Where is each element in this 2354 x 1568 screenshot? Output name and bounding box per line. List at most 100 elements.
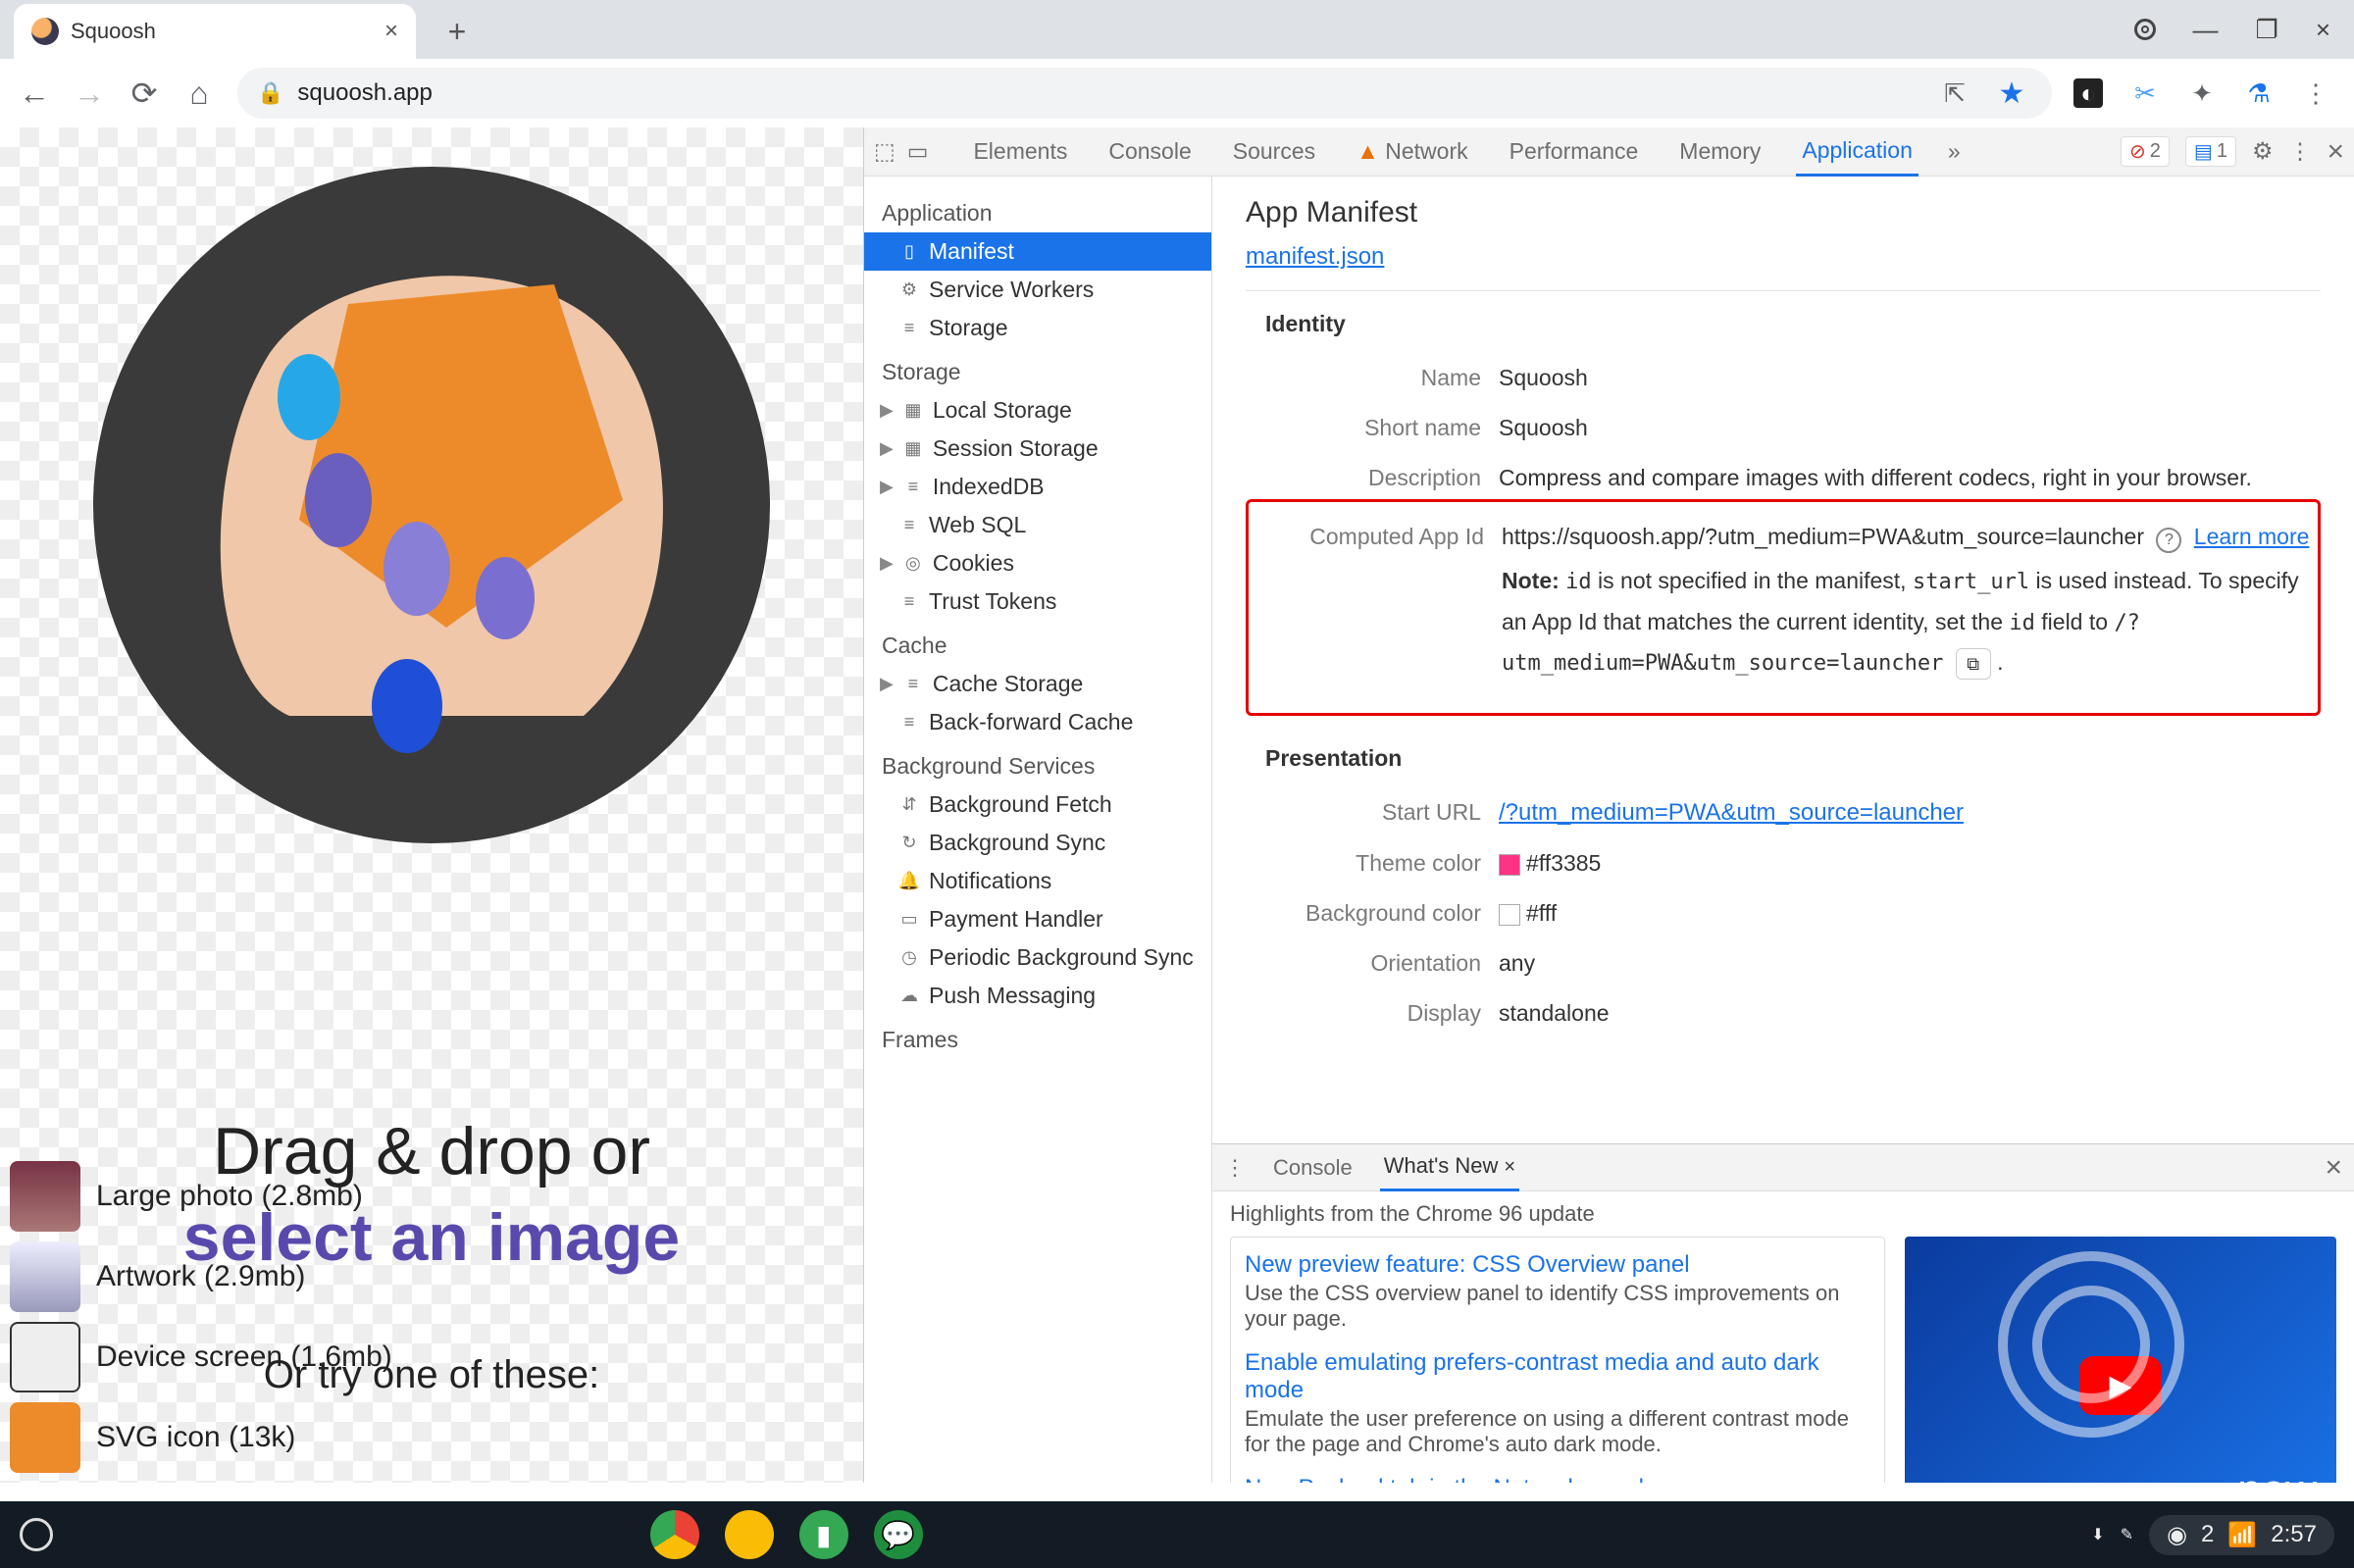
learn-more-link[interactable]: Learn more — [2194, 524, 2310, 549]
devtools-tab-bar: ⬚ ▭ Elements Console Sources ▲ Network P… — [864, 127, 2354, 177]
kv-name: NameSquoosh — [1246, 353, 2321, 403]
kv-short-name: Short nameSquoosh — [1246, 403, 2321, 453]
tab-console[interactable]: Console — [1102, 128, 1197, 175]
sidebar-item-indexeddb[interactable]: ▶≡IndexedDB — [864, 468, 1211, 506]
sidebar-item-notifications[interactable]: 🔔Notifications — [864, 862, 1211, 900]
inspect-element-icon[interactable]: ⬚ — [874, 138, 896, 165]
extensions-puzzle-icon[interactable]: ✦ — [2187, 78, 2217, 108]
tab-close-icon[interactable]: × — [384, 18, 398, 45]
database-icon: ≡ — [899, 319, 919, 338]
chat-icon[interactable]: 💬 — [874, 1510, 923, 1559]
launcher-icon[interactable] — [20, 1518, 53, 1551]
share-icon[interactable]: ⇱ — [1940, 78, 1970, 108]
tab-elements[interactable]: Elements — [967, 128, 1073, 175]
maximize-icon[interactable]: ❐ — [2256, 15, 2278, 45]
taskbar-tray: ⬇ ✎ ◉ 2 📶 2:57 — [2091, 1515, 2334, 1555]
drawer-tab-close-icon[interactable]: × — [1504, 1156, 1515, 1178]
errors-badge[interactable]: ⊘2 — [2121, 136, 2170, 167]
manifest-json-link[interactable]: manifest.json — [1246, 243, 1384, 270]
sidebar-item-periodic-sync[interactable]: ◷Periodic Background Sync — [864, 938, 1211, 977]
help-icon[interactable]: ? — [2156, 528, 2181, 553]
sidebar-section-frames: Frames — [864, 1015, 1211, 1059]
issues-badge[interactable]: ▤1 — [2185, 136, 2236, 167]
database-icon: ≡ — [903, 675, 923, 694]
extension-icon[interactable]: ◐ — [2073, 78, 2103, 108]
labs-icon[interactable]: ⚗ — [2244, 78, 2274, 108]
account-icon[interactable] — [2134, 19, 2156, 40]
chrome-menu-icon[interactable]: ⋮ — [2301, 78, 2330, 108]
devtools-close-icon[interactable]: × — [2327, 135, 2344, 169]
clock-icon: ◷ — [899, 948, 919, 968]
status-tray[interactable]: ◉ 2 📶 2:57 — [2149, 1515, 2334, 1555]
device-toggle-icon[interactable]: ▭ — [907, 138, 929, 165]
file-icon: ▯ — [899, 242, 919, 262]
tray-download-icon[interactable]: ⬇ — [2091, 1525, 2104, 1544]
close-window-icon[interactable]: × — [2316, 15, 2330, 45]
devtools-menu-icon[interactable]: ⋮ — [2288, 138, 2311, 165]
new-tab-button[interactable]: + — [435, 10, 479, 53]
more-tabs-icon[interactable]: » — [1948, 138, 1961, 165]
devtools-panel: ⬚ ▭ Elements Console Sources ▲ Network P… — [863, 127, 2354, 1483]
drawer-tab-console[interactable]: Console — [1269, 1145, 1356, 1190]
kv-theme-color: Theme color#ff3385 — [1246, 838, 2321, 888]
whats-new-video-thumb[interactable]: ▶ new — [1905, 1237, 2336, 1483]
scissors-icon[interactable]: ✂ — [2130, 78, 2160, 108]
sidebar-item-web-sql[interactable]: ≡Web SQL — [864, 506, 1211, 544]
tray-pen-icon[interactable]: ✎ — [2121, 1525, 2133, 1544]
computed-app-id-highlight: Computed App Id https://squoosh.app/?utm… — [1246, 499, 2321, 716]
devtools-settings-icon[interactable]: ⚙ — [2252, 137, 2274, 166]
squoosh-logo — [93, 167, 770, 843]
sidebar-item-local-storage[interactable]: ▶▦Local Storage — [864, 391, 1211, 430]
sidebar-item-payment[interactable]: ▭Payment Handler — [864, 900, 1211, 938]
minimize-icon[interactable]: — — [2193, 15, 2219, 45]
main-area: Drag & drop or select an image Or try on… — [0, 127, 2354, 1483]
sidebar-item-cache-storage[interactable]: ▶≡Cache Storage — [864, 665, 1211, 703]
browser-tab[interactable]: Squoosh × — [14, 4, 416, 59]
home-icon[interactable]: ⌂ — [182, 76, 216, 112]
sample-device-screen[interactable]: Device screen (1.6mb) — [10, 1322, 432, 1392]
sidebar-item-service-workers[interactable]: ⚙Service Workers — [864, 271, 1211, 309]
tab-memory[interactable]: Memory — [1673, 128, 1766, 175]
clock: 2:57 — [2271, 1521, 2317, 1548]
sidebar-item-bg-fetch[interactable]: ⇵Background Fetch — [864, 785, 1211, 824]
chrome-icon[interactable] — [650, 1510, 699, 1559]
drawer-close-icon[interactable]: × — [2325, 1151, 2342, 1185]
copy-suggestion-button[interactable]: ⧉ — [1956, 648, 1991, 680]
sidebar-item-bf-cache[interactable]: ≡Back-forward Cache — [864, 703, 1211, 741]
app-icon-yellow[interactable] — [725, 1510, 774, 1559]
tab-application[interactable]: Application — [1796, 127, 1919, 177]
news-item[interactable]: New preview feature: CSS Overview panelU… — [1245, 1251, 1870, 1349]
devtools-main: App Manifest manifest.json Identity Name… — [1212, 177, 2354, 1483]
kv-bg-color: Background color#fff — [1246, 888, 2321, 938]
page-content: Drag & drop or select an image Or try on… — [0, 127, 863, 1483]
address-bar[interactable]: 🔒 squoosh.app ⇱ ★ — [237, 68, 2052, 119]
forward-icon[interactable]: → — [73, 76, 106, 112]
sidebar-item-bg-sync[interactable]: ↻Background Sync — [864, 824, 1211, 862]
sample-artwork[interactable]: Artwork (2.9mb) — [10, 1241, 432, 1312]
sidebar-item-push[interactable]: ☁Push Messaging — [864, 977, 1211, 1015]
sample-svg-icon[interactable]: SVG icon (13k) — [10, 1402, 432, 1473]
sidebar-item-trust-tokens[interactable]: ≡Trust Tokens — [864, 582, 1211, 621]
back-icon[interactable]: ← — [18, 76, 51, 112]
tab-network[interactable]: ▲ Network — [1351, 128, 1474, 175]
meet-icon[interactable]: ▮ — [799, 1510, 848, 1559]
sidebar-item-storage[interactable]: ≡Storage — [864, 309, 1211, 347]
drawer-tab-whats-new[interactable]: What's New× — [1380, 1143, 1519, 1191]
sample-large-photo[interactable]: Large photo (2.8mb) — [10, 1161, 432, 1232]
news-item[interactable]: New Payload tab in the Network panel — [1245, 1475, 1870, 1483]
lock-icon[interactable]: 🔒 — [257, 80, 283, 106]
tab-performance[interactable]: Performance — [1504, 128, 1645, 175]
manifest-heading: App Manifest — [1246, 196, 2321, 229]
bookmark-star-icon[interactable]: ★ — [1997, 78, 2026, 108]
reload-icon[interactable]: ⟳ — [128, 75, 161, 112]
sidebar-item-manifest[interactable]: ▯Manifest — [864, 232, 1211, 271]
start-url-link[interactable]: /?utm_medium=PWA&utm_source=launcher — [1499, 799, 1964, 826]
sidebar-item-cookies[interactable]: ▶◎Cookies — [864, 544, 1211, 582]
news-item[interactable]: Enable emulating prefers-contrast media … — [1245, 1349, 1870, 1475]
sidebar-item-session-storage[interactable]: ▶▦Session Storage — [864, 430, 1211, 468]
tab-sources[interactable]: Sources — [1227, 128, 1321, 175]
tab-strip: Squoosh × + — ❐ × — [0, 0, 2354, 59]
drawer-menu-icon[interactable]: ⋮ — [1224, 1155, 1246, 1181]
database-icon: ≡ — [899, 592, 919, 612]
kv-display: Displaystandalone — [1246, 988, 2321, 1038]
